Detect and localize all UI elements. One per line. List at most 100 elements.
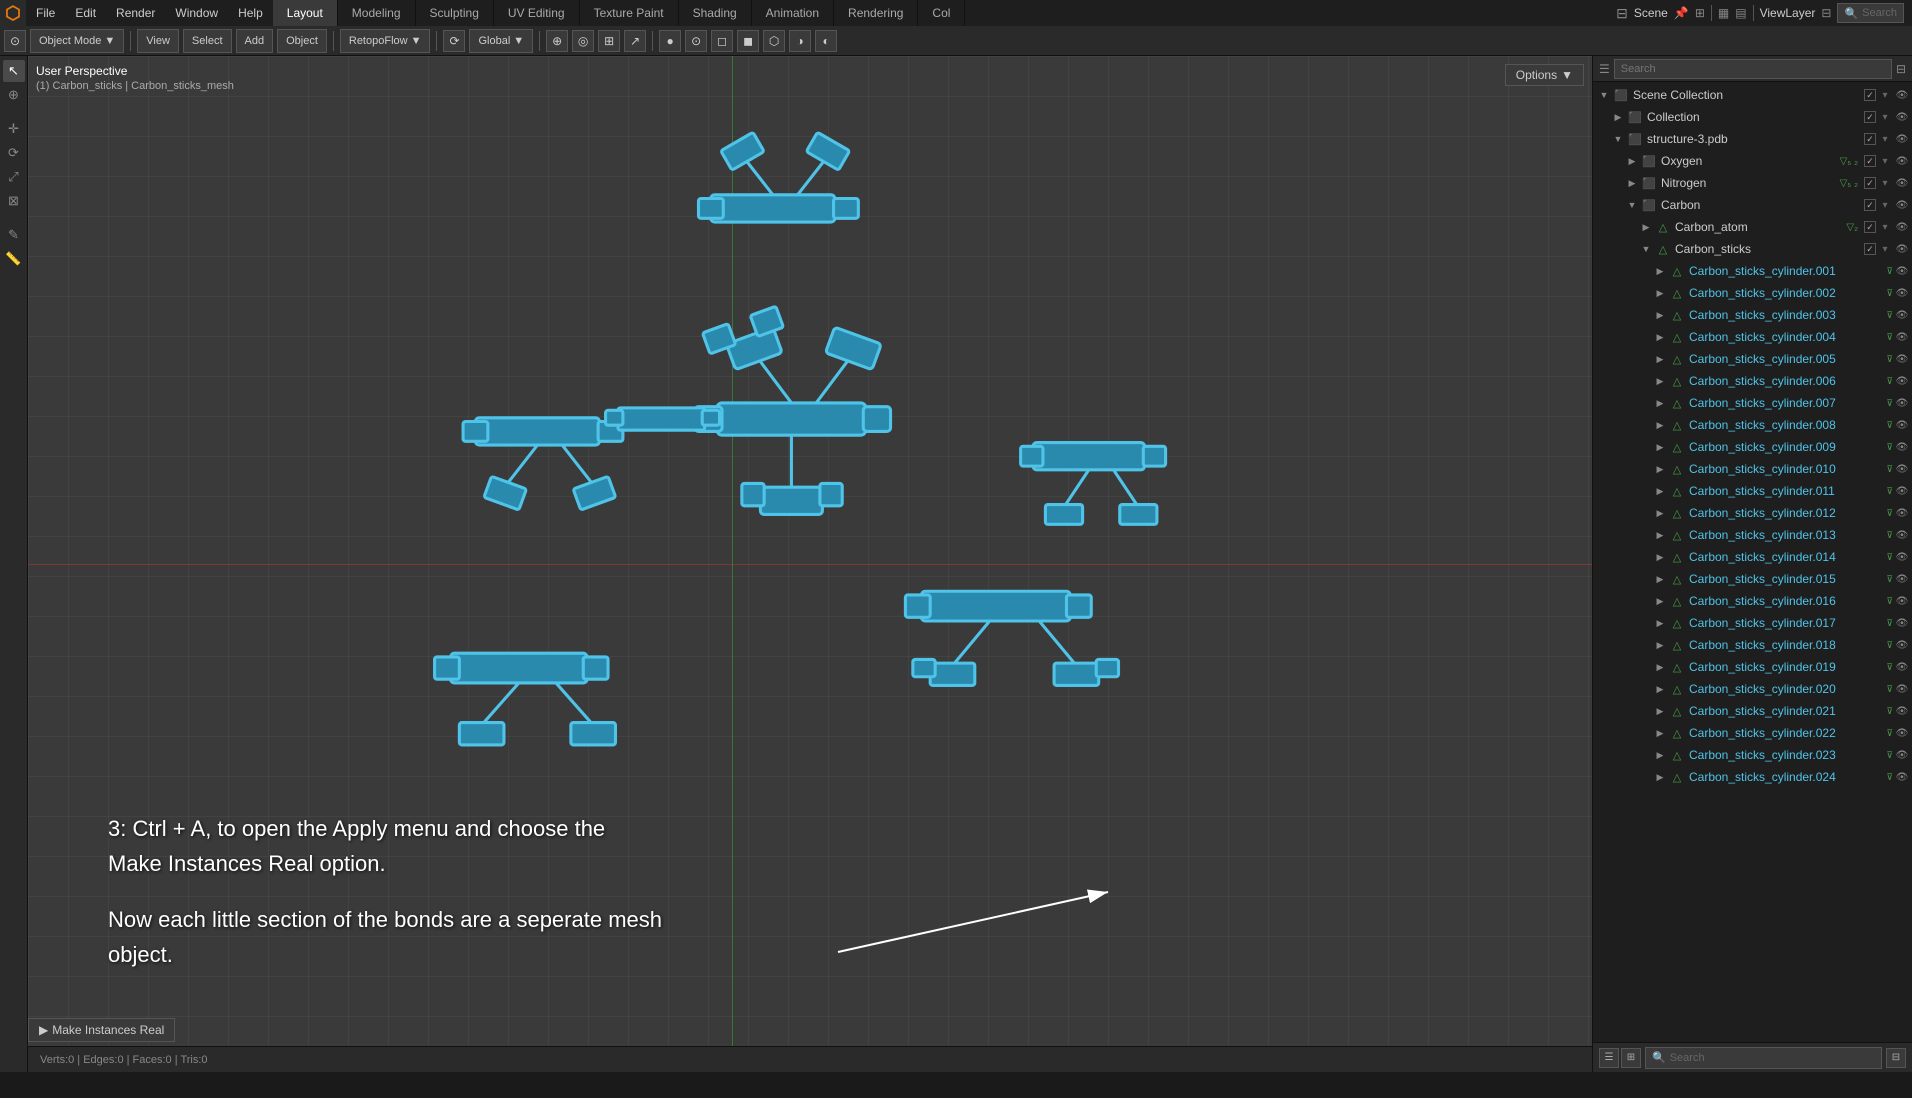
tab-shading[interactable]: Shading [679, 0, 752, 26]
filter-right-bottom[interactable]: ⊟ [1886, 1048, 1906, 1068]
eye-cyl006[interactable]: 👁 [1894, 373, 1910, 389]
menu-render[interactable]: Render [106, 0, 165, 26]
expander-carbon-atom[interactable]: ▶ [1639, 220, 1653, 234]
outliner-search-input[interactable] [1614, 59, 1892, 79]
tree-collection[interactable]: ▶ ⬛ Collection ✓ ▾ 👁 [1593, 106, 1912, 128]
tree-cyl020[interactable]: ▶ △ Carbon_sticks_cylinder.020 ⊽ 👁 [1593, 678, 1912, 700]
checkbox-scene[interactable]: ✓ [1864, 89, 1876, 101]
eye-cyl017[interactable]: 👁 [1894, 615, 1910, 631]
filter-icon-outliner[interactable]: ⊟ [1896, 62, 1906, 76]
tree-cyl012[interactable]: ▶ △ Carbon_sticks_cylinder.012 ⊽ 👁 [1593, 502, 1912, 524]
eye-icon-structure[interactable]: 👁 [1894, 131, 1910, 147]
menu-window[interactable]: Window [165, 0, 228, 26]
transform-tool[interactable]: ⊠ [3, 190, 25, 212]
select-menu[interactable]: Select [183, 29, 232, 53]
annotate-tool[interactable]: ✎ [3, 224, 25, 246]
wireframe-icon[interactable]: ⬡ [763, 30, 785, 52]
tree-carbon-atom[interactable]: ▶ △ Carbon_atom ▽₂ ✓ ▾ 👁 [1593, 216, 1912, 238]
checkbox-structure[interactable]: ✓ [1864, 133, 1876, 145]
expander-cyl004[interactable]: ▶ [1653, 330, 1667, 344]
eye-icon-scene[interactable]: 👁 [1894, 87, 1910, 103]
eye-cyl016[interactable]: 👁 [1894, 593, 1910, 609]
eye-cyl011[interactable]: 👁 [1894, 483, 1910, 499]
eye-cyl019[interactable]: 👁 [1894, 659, 1910, 675]
make-instances-real-button[interactable]: ▶ Make Instances Real [28, 1018, 175, 1042]
menu-help[interactable]: Help [228, 0, 273, 26]
expander-cyl020[interactable]: ▶ [1653, 682, 1667, 696]
tab-rendering[interactable]: Rendering [834, 0, 918, 26]
tree-cyl023[interactable]: ▶ △ Carbon_sticks_cylinder.023 ⊽ 👁 [1593, 744, 1912, 766]
eye-cyl003[interactable]: 👁 [1894, 307, 1910, 323]
tab-texture-paint[interactable]: Texture Paint [580, 0, 679, 26]
eye-cyl014[interactable]: 👁 [1894, 549, 1910, 565]
expander-cyl014[interactable]: ▶ [1653, 550, 1667, 564]
filter-btn[interactable]: ⊟ [1821, 6, 1831, 20]
overlay-icon[interactable]: ⊙ [685, 30, 707, 52]
tree-carbon[interactable]: ▼ ⬛ Carbon ✓ ▾ 👁 [1593, 194, 1912, 216]
expander-cyl017[interactable]: ▶ [1653, 616, 1667, 630]
checkbox-collection[interactable]: ✓ [1864, 111, 1876, 123]
addon-btn[interactable]: RetopoFlow ▼ [340, 29, 431, 53]
eye-cyl021[interactable]: 👁 [1894, 703, 1910, 719]
tree-cyl013[interactable]: ▶ △ Carbon_sticks_cylinder.013 ⊽ 👁 [1593, 524, 1912, 546]
expander-scene-collection[interactable]: ▼ [1597, 88, 1611, 102]
eye-cyl013[interactable]: 👁 [1894, 527, 1910, 543]
tab-modeling[interactable]: Modeling [338, 0, 416, 26]
tree-cyl021[interactable]: ▶ △ Carbon_sticks_cylinder.021 ⊽ 👁 [1593, 700, 1912, 722]
outliner-tree[interactable]: ▼ ⬛ Scene Collection ✓ ▾ 👁 ▶ ⬛ Collectio… [1593, 82, 1912, 1042]
measure-tool[interactable]: 📏 [3, 248, 25, 270]
hide-icon-collection[interactable]: ▾ [1877, 109, 1893, 125]
expander-carbon-sticks[interactable]: ▼ [1639, 242, 1653, 256]
expander-carbon[interactable]: ▼ [1625, 198, 1639, 212]
eye-cyl022[interactable]: 👁 [1894, 725, 1910, 741]
snap-icon[interactable]: ⊕ [546, 30, 568, 52]
eye-cyl001[interactable]: 👁 [1894, 263, 1910, 279]
tree-cyl018[interactable]: ▶ △ Carbon_sticks_cylinder.018 ⊽ 👁 [1593, 634, 1912, 656]
expander-oxygen[interactable]: ▶ [1625, 154, 1639, 168]
menu-file[interactable]: File [26, 0, 65, 26]
tree-cyl009[interactable]: ▶ △ Carbon_sticks_cylinder.009 ⊽ 👁 [1593, 436, 1912, 458]
add-menu[interactable]: Add [236, 29, 274, 53]
hide-icon-carbon-atom[interactable]: ▾ [1877, 219, 1893, 235]
expander-cyl019[interactable]: ▶ [1653, 660, 1667, 674]
object-mode-dropdown[interactable]: Object Mode ▼ [30, 29, 124, 53]
expander-cyl024[interactable]: ▶ [1653, 770, 1667, 784]
tree-cyl011[interactable]: ▶ △ Carbon_sticks_cylinder.011 ⊽ 👁 [1593, 480, 1912, 502]
expander-cyl007[interactable]: ▶ [1653, 396, 1667, 410]
tab-uv-editing[interactable]: UV Editing [494, 0, 580, 26]
expander-cyl021[interactable]: ▶ [1653, 704, 1667, 718]
expander-cyl008[interactable]: ▶ [1653, 418, 1667, 432]
eye-cyl010[interactable]: 👁 [1894, 461, 1910, 477]
tree-cyl024[interactable]: ▶ △ Carbon_sticks_cylinder.024 ⊽ 👁 [1593, 766, 1912, 788]
hide-icon-nitrogen[interactable]: ▾ [1877, 175, 1893, 191]
tree-cyl005[interactable]: ▶ △ Carbon_sticks_cylinder.005 ⊽ 👁 [1593, 348, 1912, 370]
tree-cyl019[interactable]: ▶ △ Carbon_sticks_cylinder.019 ⊽ 👁 [1593, 656, 1912, 678]
grid-view-icon[interactable]: ⊞ [1621, 1048, 1641, 1068]
eye-cyl004[interactable]: 👁 [1894, 329, 1910, 345]
eye-cyl008[interactable]: 👁 [1894, 417, 1910, 433]
eye-icon-carbon[interactable]: 👁 [1894, 197, 1910, 213]
scale-tool[interactable]: ⤢ [3, 166, 25, 188]
expander-cyl001[interactable]: ▶ [1653, 264, 1667, 278]
tree-cyl017[interactable]: ▶ △ Carbon_sticks_cylinder.017 ⊽ 👁 [1593, 612, 1912, 634]
eye-cyl023[interactable]: 👁 [1894, 747, 1910, 763]
shading-icon[interactable]: ● [659, 30, 681, 52]
expander-cyl006[interactable]: ▶ [1653, 374, 1667, 388]
eye-icon-nitrogen[interactable]: 👁 [1894, 175, 1910, 191]
eye-cyl012[interactable]: 👁 [1894, 505, 1910, 521]
checkbox-carbon-atom[interactable]: ✓ [1864, 221, 1876, 233]
tree-cyl004[interactable]: ▶ △ Carbon_sticks_cylinder.004 ⊽ 👁 [1593, 326, 1912, 348]
expander-cyl022[interactable]: ▶ [1653, 726, 1667, 740]
expander-cyl013[interactable]: ▶ [1653, 528, 1667, 542]
tree-cyl003[interactable]: ▶ △ Carbon_sticks_cylinder.003 ⊽ 👁 [1593, 304, 1912, 326]
snap3-icon[interactable]: ↗ [624, 30, 646, 52]
hide-icon-structure[interactable]: ▾ [1877, 131, 1893, 147]
expander-cyl023[interactable]: ▶ [1653, 748, 1667, 762]
expander-cyl011[interactable]: ▶ [1653, 484, 1667, 498]
tree-nitrogen[interactable]: ▶ ⬛ Nitrogen ▽₅ ₂ ✓ ▾ 👁 [1593, 172, 1912, 194]
eye-cyl015[interactable]: 👁 [1894, 571, 1910, 587]
expander-cyl005[interactable]: ▶ [1653, 352, 1667, 366]
expander-cyl015[interactable]: ▶ [1653, 572, 1667, 586]
eye-cyl007[interactable]: 👁 [1894, 395, 1910, 411]
object-menu[interactable]: Object [277, 29, 327, 53]
